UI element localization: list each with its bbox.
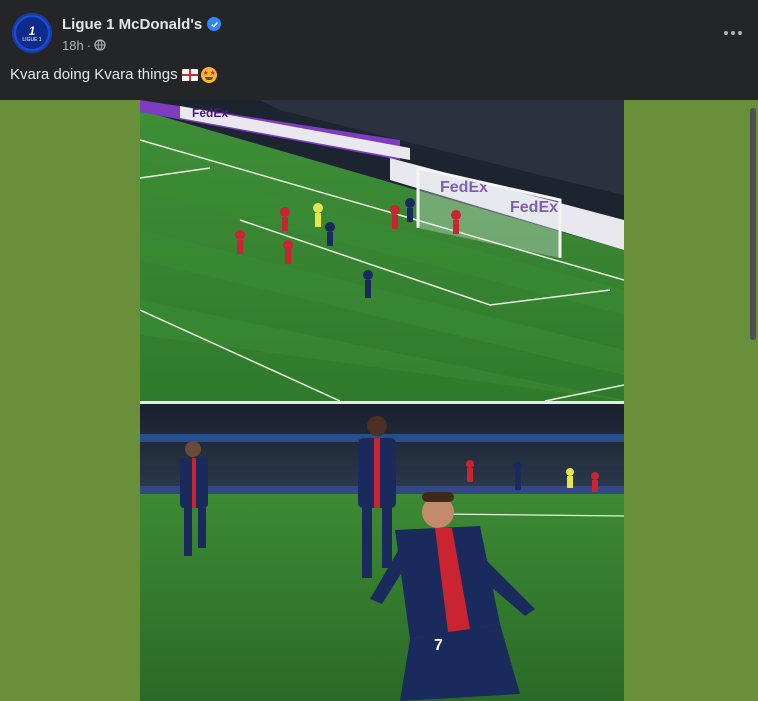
post-meta: 18h ·	[62, 37, 106, 53]
avatar-logo-text: LIGUE 1	[22, 37, 42, 43]
player-shirt-number: 7	[434, 637, 443, 654]
feed-scrollbar[interactable]	[750, 108, 756, 340]
caption-text: Kvara doing Kvara things	[10, 66, 178, 83]
post-timestamp[interactable]: 18h	[62, 38, 84, 53]
page-avatar[interactable]: 1 LIGUE 1	[12, 13, 52, 53]
page-name-link[interactable]: Ligue 1 McDonald's	[62, 16, 202, 33]
avatar-logo: 1 LIGUE 1	[16, 17, 48, 49]
globe-icon	[94, 39, 106, 51]
post-header: 1 LIGUE 1 Ligue 1 McDonald's 18h · Kvara…	[0, 0, 758, 100]
more-options-icon	[724, 31, 728, 35]
meta-separator: ·	[86, 37, 92, 53]
avatar-logo-number: 1	[28, 24, 36, 38]
goal-celebration-image[interactable]: 7	[140, 404, 624, 701]
post-caption: Kvara doing Kvara things ★ ★	[10, 66, 217, 83]
england-flag-icon	[181, 68, 198, 81]
ad-fedex-1: FedEx	[192, 106, 228, 120]
more-options-button[interactable]	[718, 19, 748, 47]
star-struck-icon: ★ ★	[200, 66, 217, 83]
post-media[interactable]: FedEx FedEx FedEx 7	[0, 100, 758, 701]
page-name-row: Ligue 1 McDonald's	[62, 14, 222, 34]
verified-badge-icon	[207, 17, 222, 31]
penalty-box-goal-image[interactable]: FedEx FedEx FedEx	[140, 100, 624, 401]
